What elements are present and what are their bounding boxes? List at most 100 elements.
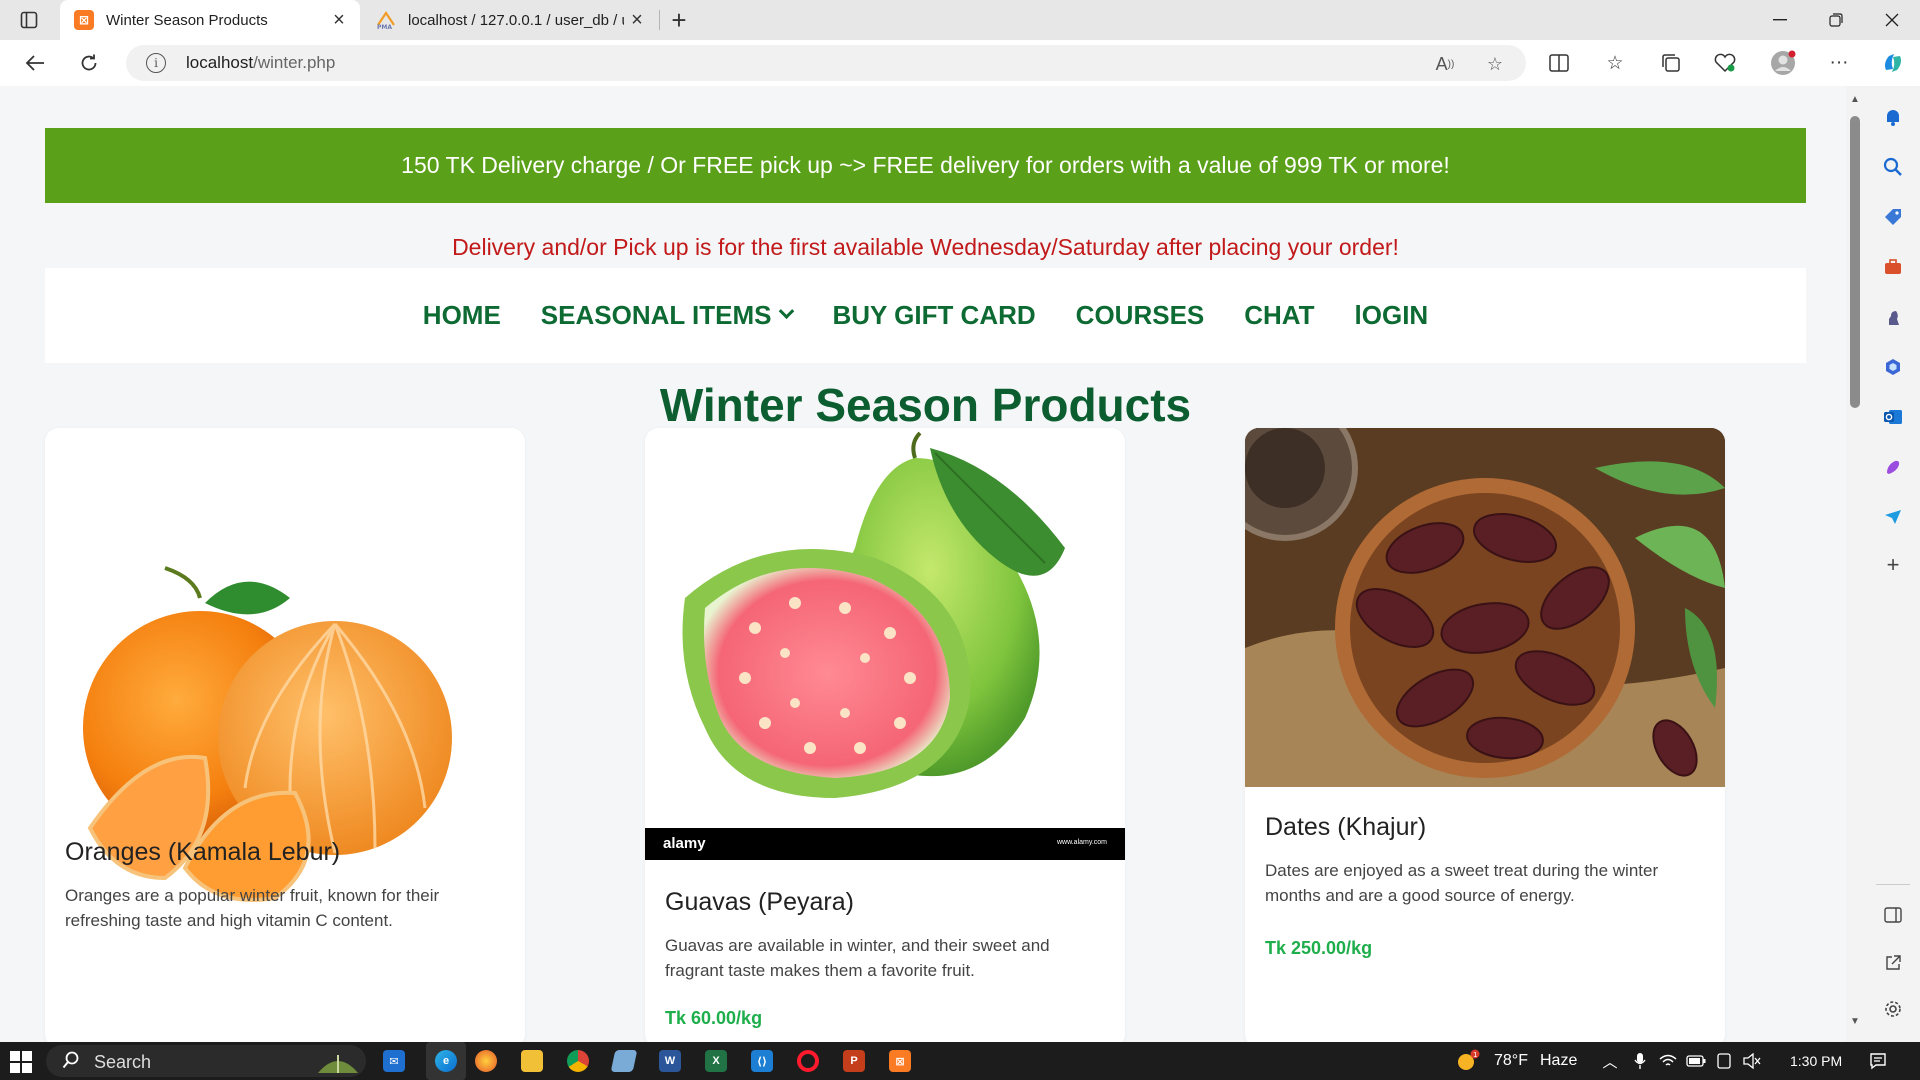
site-info-icon[interactable]: i <box>146 53 166 73</box>
edge-browser-icon[interactable]: e <box>435 1050 457 1072</box>
nav-buy-gift-card[interactable]: BUY GIFT CARD <box>832 300 1035 331</box>
restore-icon[interactable] <box>1808 0 1864 40</box>
opera-icon[interactable] <box>797 1050 819 1072</box>
page-scrollbar[interactable]: ▲ ▼ <box>1846 86 1866 1042</box>
url-text: localhost/winter.php <box>186 53 335 73</box>
nav-home[interactable]: HOME <box>423 300 501 331</box>
nav-courses[interactable]: COURSES <box>1076 300 1205 331</box>
tools-briefcase-icon[interactable] <box>1880 254 1906 280</box>
page-viewport: 150 TK Delivery charge / Or FREE pick up… <box>0 86 1846 1042</box>
tab-actions-icon[interactable] <box>16 8 42 32</box>
main-nav: HOME SEASONAL ITEMS BUY GIFT CARD COURSE… <box>45 268 1806 363</box>
chrome-icon[interactable] <box>567 1050 589 1072</box>
firefox-icon[interactable] <box>475 1050 497 1072</box>
xampp-icon: ⊠ <box>74 10 94 30</box>
notification-center-icon[interactable] <box>1868 1051 1888 1071</box>
watermark-url: www.alamy.com <box>1056 839 1107 846</box>
nav-seasonal-label: SEASONAL ITEMS <box>540 300 772 330</box>
scroll-down-icon[interactable]: ▼ <box>1850 1016 1860 1027</box>
search-icon[interactable] <box>1880 154 1906 180</box>
nav-seasonal-items[interactable]: SEASONAL ITEMS <box>540 300 795 331</box>
oranges-image <box>45 428 525 908</box>
volume-muted-icon[interactable] <box>1742 1051 1762 1071</box>
wifi-icon[interactable] <box>1658 1051 1678 1071</box>
sidebar-divider <box>1876 884 1910 885</box>
taskbar-search-label: Search <box>94 1052 152 1072</box>
settings-gear-icon[interactable] <box>1880 996 1906 1022</box>
url-field[interactable]: i localhost/winter.php A)) ☆ <box>126 45 1526 81</box>
tab-title: Winter Season Products <box>106 11 268 29</box>
product-name: Dates (Khajur) <box>1265 813 1427 841</box>
add-sidebar-app-icon[interactable]: + <box>1880 552 1906 578</box>
clock-time: 1:30 PM <box>1790 1053 1843 1069</box>
show-hidden-icons-chevron-icon[interactable]: ︿ <box>1600 1051 1620 1071</box>
product-card-dates: Dates (Khajur) Dates are enjoyed as a sw… <box>1245 428 1725 1042</box>
watermark-bar: alamy www.alamy.com <box>645 828 1125 860</box>
mail-app-icon[interactable]: ✉ <box>383 1050 405 1072</box>
powerpoint-icon[interactable]: P <box>843 1050 865 1072</box>
games-chess-icon[interactable] <box>1880 304 1906 330</box>
scroll-up-icon[interactable]: ▲ <box>1850 94 1860 105</box>
scroll-thumb[interactable] <box>1850 116 1860 408</box>
weather-sun-icon[interactable]: 1 <box>1454 1049 1480 1073</box>
url-path: /winter.php <box>253 53 336 72</box>
new-tab-icon[interactable]: + <box>664 5 694 35</box>
word-icon[interactable]: W <box>659 1050 681 1072</box>
notepad-icon[interactable] <box>610 1050 638 1072</box>
open-external-icon[interactable] <box>1880 950 1906 976</box>
outlook-icon[interactable] <box>1880 404 1906 430</box>
delivery-promo-banner: 150 TK Delivery charge / Or FREE pick up… <box>45 128 1806 203</box>
notifications-bell-icon[interactable] <box>1880 104 1906 130</box>
battery-icon[interactable] <box>1686 1051 1706 1071</box>
tab-phpmyadmin[interactable]: PMA localhost / 127.0.0.1 / user_db / u … <box>362 0 658 40</box>
split-screen-icon[interactable] <box>1542 47 1576 79</box>
dates-image <box>1245 428 1725 787</box>
microphone-icon[interactable] <box>1630 1051 1650 1071</box>
tab-separator <box>659 10 660 30</box>
browser-tab-bar: ⊠ Winter Season Products × PMA localhost… <box>0 0 1920 40</box>
weather-temp: 78°F <box>1494 1052 1528 1069</box>
close-tab-icon[interactable]: × <box>624 7 650 33</box>
tab-title: localhost / 127.0.0.1 / user_db / u <box>408 11 624 29</box>
browser-essentials-icon[interactable] <box>1708 47 1742 79</box>
refresh-icon[interactable] <box>72 47 106 79</box>
read-aloud-icon[interactable]: A)) <box>1432 51 1458 77</box>
minimize-icon[interactable] <box>1752 0 1808 40</box>
page-title: Winter Season Products <box>659 379 1192 431</box>
excel-icon[interactable]: X <box>705 1050 727 1072</box>
copilot-icon[interactable] <box>1876 47 1910 79</box>
back-icon[interactable] <box>18 47 52 79</box>
guavas-image: alamy www.alamy.com <box>645 428 1125 860</box>
shopping-tag-icon[interactable] <box>1880 204 1906 230</box>
send-drop-icon[interactable] <box>1880 504 1906 530</box>
nav-login[interactable]: lOGIN <box>1355 300 1429 331</box>
chevron-down-icon <box>779 303 795 320</box>
close-tab-icon[interactable]: × <box>326 7 352 33</box>
product-price: Tk 60.00/kg <box>665 1008 763 1028</box>
hide-sidebar-icon[interactable] <box>1880 902 1906 928</box>
product-card-guavas: alamy www.alamy.com Guavas (Peyara) Guav… <box>645 428 1125 1042</box>
vscode-icon[interactable]: ⟨⟩ <box>751 1050 773 1072</box>
nav-chat[interactable]: CHAT <box>1244 300 1314 331</box>
profile-avatar[interactable] <box>1766 47 1800 79</box>
svg-text:PMA: PMA <box>377 24 392 29</box>
delivery-notice: Delivery and/or Pick up is for the first… <box>452 234 1399 260</box>
more-options-icon[interactable]: ··· <box>1822 47 1856 79</box>
designer-icon[interactable] <box>1880 454 1906 480</box>
search-highlight-plant-icon <box>318 1055 358 1073</box>
favorite-star-icon[interactable]: ☆ <box>1482 51 1508 77</box>
close-window-icon[interactable] <box>1864 0 1920 40</box>
favorites-icon[interactable]: ☆ <box>1598 47 1632 79</box>
taskbar-search[interactable]: Search <box>46 1045 366 1077</box>
product-description: Dates are enjoyed as a sweet treat durin… <box>1265 861 1659 905</box>
collections-icon[interactable] <box>1654 47 1688 79</box>
microsoft-365-icon[interactable] <box>1880 354 1906 380</box>
file-explorer-icon[interactable] <box>521 1050 543 1072</box>
product-card-oranges: Oranges (Kamala Lebur) Oranges are a pop… <box>45 428 525 1042</box>
tab-winter-products[interactable]: ⊠ Winter Season Products × <box>60 0 360 40</box>
product-name: Guavas (Peyara) <box>665 888 854 916</box>
display-icon[interactable] <box>1714 1051 1734 1071</box>
xampp-icon[interactable]: ⊠ <box>889 1050 911 1072</box>
windows-start-icon[interactable] <box>10 1051 32 1073</box>
product-description: Guavas are available in winter, and thei… <box>665 936 1050 980</box>
